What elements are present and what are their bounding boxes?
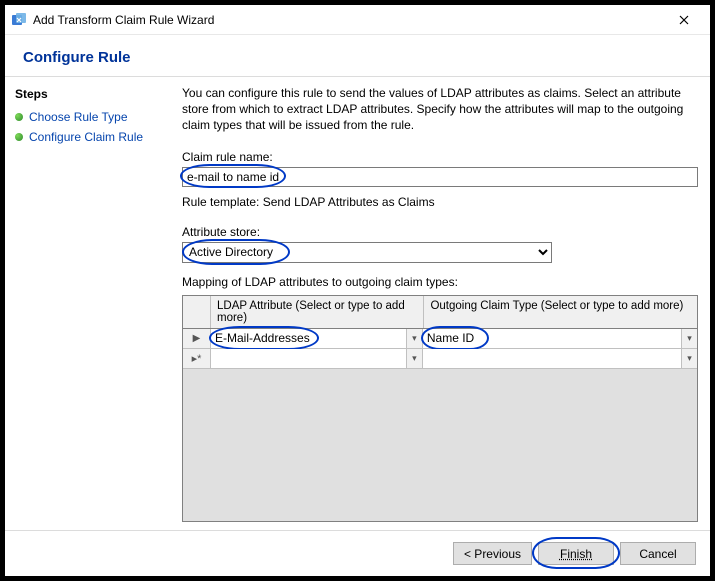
- step-label: Choose Rule Type: [29, 110, 128, 124]
- step-label: Configure Claim Rule: [29, 130, 143, 144]
- page-title: Configure Rule: [23, 49, 692, 66]
- dropdown-icon[interactable]: ▾: [406, 329, 422, 348]
- dropdown-icon[interactable]: ▾: [406, 349, 422, 368]
- instruction-text: You can configure this rule to send the …: [182, 85, 698, 134]
- claim-rule-name-label: Claim rule name:: [182, 150, 698, 164]
- step-bullet-icon: [15, 113, 23, 121]
- grid-row-new: ▸* ▾ ▾: [183, 349, 697, 369]
- steps-sidebar: Steps Choose Rule Type Configure Claim R…: [5, 77, 170, 530]
- ldap-attribute-input[interactable]: [211, 329, 406, 348]
- wizard-window: Add Transform Claim Rule Wizard Configur…: [5, 5, 710, 576]
- ldap-cell: ▾: [211, 349, 423, 368]
- mapping-label: Mapping of LDAP attributes to outgoing c…: [182, 275, 698, 289]
- main-panel: You can configure this rule to send the …: [170, 77, 710, 530]
- step-configure-claim-rule[interactable]: Configure Claim Rule: [15, 127, 159, 147]
- outgoing-claim-input[interactable]: [423, 349, 681, 368]
- claim-cell: ▾: [423, 329, 697, 348]
- grid-row: ▶ ▾ ▾: [183, 329, 697, 349]
- close-button[interactable]: [664, 6, 704, 34]
- grid-col-claim: Outgoing Claim Type (Select or type to a…: [424, 296, 697, 328]
- titlebar: Add Transform Claim Rule Wizard: [5, 5, 710, 35]
- attribute-store-label: Attribute store:: [182, 225, 698, 239]
- grid-gutter-header: [183, 296, 211, 328]
- ldap-attribute-input[interactable]: [211, 349, 406, 368]
- outgoing-claim-input[interactable]: [423, 329, 681, 348]
- rule-template-text: Rule template: Send LDAP Attributes as C…: [182, 195, 698, 209]
- claim-rule-name-input[interactable]: [182, 167, 698, 187]
- previous-button[interactable]: < Previous: [453, 542, 532, 565]
- finish-button[interactable]: Finish: [538, 542, 614, 565]
- mapping-grid: LDAP Attribute (Select or type to add mo…: [182, 295, 698, 522]
- grid-col-ldap: LDAP Attribute (Select or type to add mo…: [211, 296, 424, 328]
- dropdown-icon[interactable]: ▾: [681, 329, 697, 348]
- window-title: Add Transform Claim Rule Wizard: [33, 13, 664, 27]
- attribute-store-select[interactable]: Active Directory: [182, 242, 552, 263]
- footer-buttons: < Previous Finish Cancel: [5, 530, 710, 576]
- step-bullet-icon: [15, 133, 23, 141]
- dropdown-icon[interactable]: ▾: [681, 349, 697, 368]
- row-selector[interactable]: ▶: [183, 329, 211, 348]
- app-icon: [11, 12, 27, 28]
- grid-header: LDAP Attribute (Select or type to add mo…: [183, 296, 697, 329]
- row-new-indicator[interactable]: ▸*: [183, 349, 211, 368]
- step-choose-rule-type[interactable]: Choose Rule Type: [15, 107, 159, 127]
- cancel-button[interactable]: Cancel: [620, 542, 696, 565]
- wizard-header: Configure Rule: [5, 35, 710, 77]
- steps-title: Steps: [15, 87, 159, 101]
- claim-cell: ▾: [423, 349, 697, 368]
- ldap-cell: ▾: [211, 329, 423, 348]
